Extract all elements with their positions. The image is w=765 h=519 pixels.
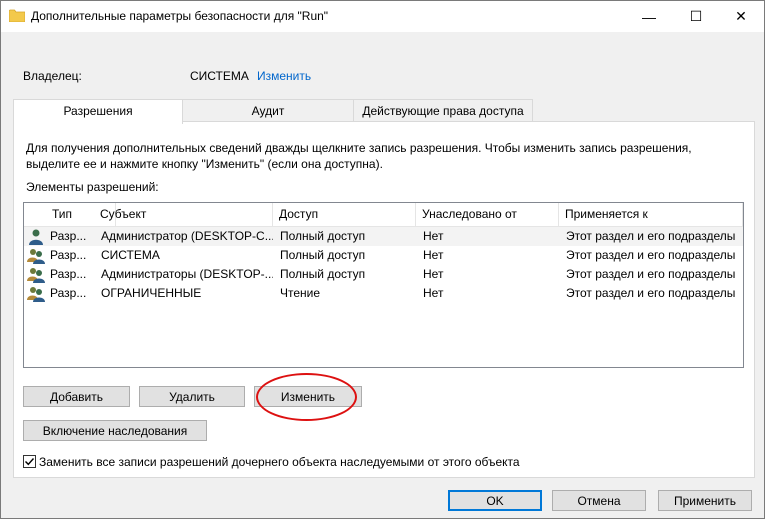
hint-text: Для получения дополнительных сведений дв… [26,141,692,171]
cell-inherited: Нет [423,248,444,262]
cell-access: Полный доступ [280,248,366,262]
cell-subject: Администраторы (DESKTOP-... [101,267,273,281]
tab-audit[interactable]: Аудит [182,99,354,122]
add-button[interactable]: Добавить [23,386,130,407]
table-row[interactable]: Разр... СИСТЕМА Полный доступ Нет Этот р… [24,246,743,265]
maximize-button[interactable]: ☐ [673,1,719,32]
cell-type: Разр... [50,267,87,281]
cell-access: Чтение [280,286,321,300]
highlight-ellipse [256,373,357,421]
cell-type: Разр... [50,229,87,243]
cell-type: Разр... [50,248,87,262]
cell-inherited: Нет [423,267,444,281]
checkmark-icon [25,458,35,466]
change-owner-link[interactable]: Изменить [257,69,311,83]
remove-button[interactable]: Удалить [139,386,245,407]
cell-subject: Администратор (DESKTOP-C... [101,229,273,243]
table-row[interactable]: Разр... Администраторы (DESKTOP-... Полн… [24,265,743,284]
title-bar[interactable]: Дополнительные параметры безопасности дл… [1,1,764,32]
close-button[interactable]: ✕ [718,1,764,32]
cell-applies: Этот раздел и его подразделы [566,229,736,243]
column-header-inherited[interactable]: Унаследовано от [416,203,559,226]
owner-label: Владелец: [23,69,82,83]
apply-button[interactable]: Применить [658,490,752,511]
security-dialog: Дополнительные параметры безопасности дл… [0,0,765,519]
table-row[interactable]: Разр... Администратор (DESKTOP-C... Полн… [24,227,743,246]
table-row[interactable]: Разр... ОГРАНИЧЕННЫЕ Чтение Нет Этот раз… [24,284,743,303]
cell-applies: Этот раздел и его подразделы [566,267,736,281]
replace-child-permissions-checkbox[interactable] [23,455,36,468]
permission-entries-list[interactable]: Тип Субъект Доступ Унаследовано от Приме… [23,202,744,368]
enable-inheritance-button[interactable]: Включение наследования [23,420,207,441]
tab-permissions[interactable]: Разрешения [13,99,183,124]
replace-child-permissions-label: Заменить все записи разрешений дочернего… [39,455,520,469]
list-header: Тип Субъект Доступ Унаследовано от Приме… [24,203,743,227]
cancel-button[interactable]: Отмена [552,490,646,511]
cell-inherited: Нет [423,286,444,300]
owner-value: СИСТЕМА [190,69,249,83]
permission-entries-label: Элементы разрешений: [26,180,159,194]
cell-type: Разр... [50,286,87,300]
cell-subject: ОГРАНИЧЕННЫЕ [101,286,202,300]
cell-applies: Этот раздел и его подразделы [566,286,736,300]
cell-access: Полный доступ [280,267,366,281]
folder-icon [9,9,25,22]
column-header-applies[interactable]: Применяется к [559,203,743,226]
cell-subject: СИСТЕМА [101,248,160,262]
users-group-icon [27,287,45,302]
tab-effective-access[interactable]: Действующие права доступа [353,99,533,122]
cell-access: Полный доступ [280,229,366,243]
cell-applies: Этот раздел и его подразделы [566,248,736,262]
single-user-icon [29,229,43,245]
column-header-access[interactable]: Доступ [273,203,416,226]
cell-inherited: Нет [423,229,444,243]
ok-button[interactable]: OK [448,490,542,511]
minimize-button[interactable]: — [626,1,672,32]
window-title: Дополнительные параметры безопасности дл… [31,9,329,23]
column-header-subject[interactable]: Субъект [94,203,273,226]
users-group-icon [27,268,45,283]
users-group-icon [27,249,45,264]
